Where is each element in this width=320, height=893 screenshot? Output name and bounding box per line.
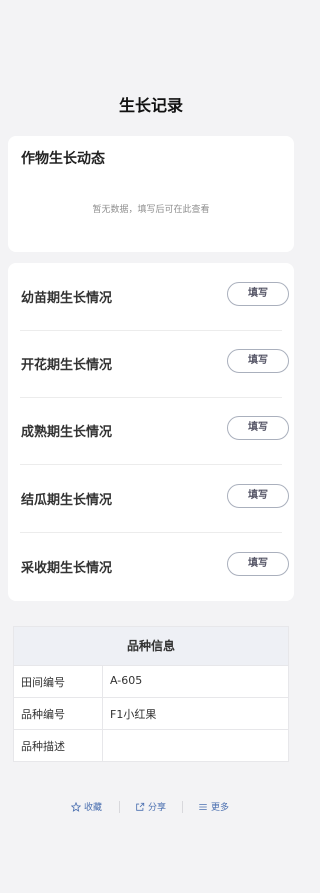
more-label: 更多 <box>211 803 230 813</box>
star-icon <box>71 801 81 812</box>
stage-row-seedling: 幼苗期生长情况 填写 <box>20 263 289 331</box>
table-row: 品种描述 <box>14 729 288 761</box>
table-row: 品种编号 F1小红果 <box>14 697 288 729</box>
row-value: F1小红果 <box>110 708 157 721</box>
stage-row-flowering: 开花期生长情况 填写 <box>20 330 289 398</box>
column-divider <box>102 730 103 761</box>
fill-button-seedling[interactable]: 填写 <box>227 282 289 306</box>
row-key: 品种编号 <box>21 708 65 721</box>
growth-dynamics-title: 作物生长动态 <box>21 151 105 167</box>
row-key: 品种描述 <box>21 740 65 753</box>
favorite-label: 收藏 <box>84 803 103 813</box>
menu-icon <box>198 802 208 812</box>
growth-dynamics-card: 作物生长动态 暂无数据，填写后可在此查看 <box>8 136 294 252</box>
stage-label: 采收期生长情况 <box>21 561 113 576</box>
page-title: 生长记录 <box>118 96 183 115</box>
fill-button-flowering[interactable]: 填写 <box>227 349 289 373</box>
share-button[interactable]: 分享 <box>135 800 166 813</box>
favorite-button[interactable]: 收藏 <box>71 800 102 813</box>
growth-stages-card: 幼苗期生长情况 填写 开花期生长情况 填写 成熟期生长情况 填写 结瓜期生长情况… <box>8 263 294 601</box>
more-button[interactable]: 更多 <box>198 800 229 813</box>
footer-divider <box>182 801 183 813</box>
fill-button-maturity[interactable]: 填写 <box>227 416 289 440</box>
stage-row-fruiting: 结瓜期生长情况 填写 <box>20 465 289 533</box>
footer-actions: 收藏 分享 更多 <box>0 800 302 816</box>
row-key: 田间编号 <box>21 676 65 689</box>
stage-row-maturity: 成熟期生长情况 填写 <box>20 397 289 465</box>
table-row: 田间编号 A-605 <box>14 665 288 697</box>
stage-label: 开花期生长情况 <box>21 358 113 373</box>
row-value: A-605 <box>110 674 143 687</box>
share-icon <box>135 802 145 812</box>
column-divider <box>102 698 103 729</box>
variety-info-header: 品种信息 <box>14 627 288 665</box>
column-divider <box>102 666 103 697</box>
footer-divider <box>119 801 120 813</box>
stage-label: 成熟期生长情况 <box>21 425 113 440</box>
share-label: 分享 <box>148 803 167 813</box>
stage-row-harvest: 采收期生长情况 填写 <box>20 533 289 600</box>
fill-button-harvest[interactable]: 填写 <box>227 552 289 576</box>
empty-state-text: 暂无数据，填写后可在此查看 <box>92 205 210 215</box>
stage-label: 幼苗期生长情况 <box>21 291 113 306</box>
fill-button-fruiting[interactable]: 填写 <box>227 484 289 508</box>
stage-label: 结瓜期生长情况 <box>21 493 113 508</box>
variety-info-table: 品种信息 田间编号 A-605 品种编号 F1小红果 品种描述 <box>13 626 289 762</box>
